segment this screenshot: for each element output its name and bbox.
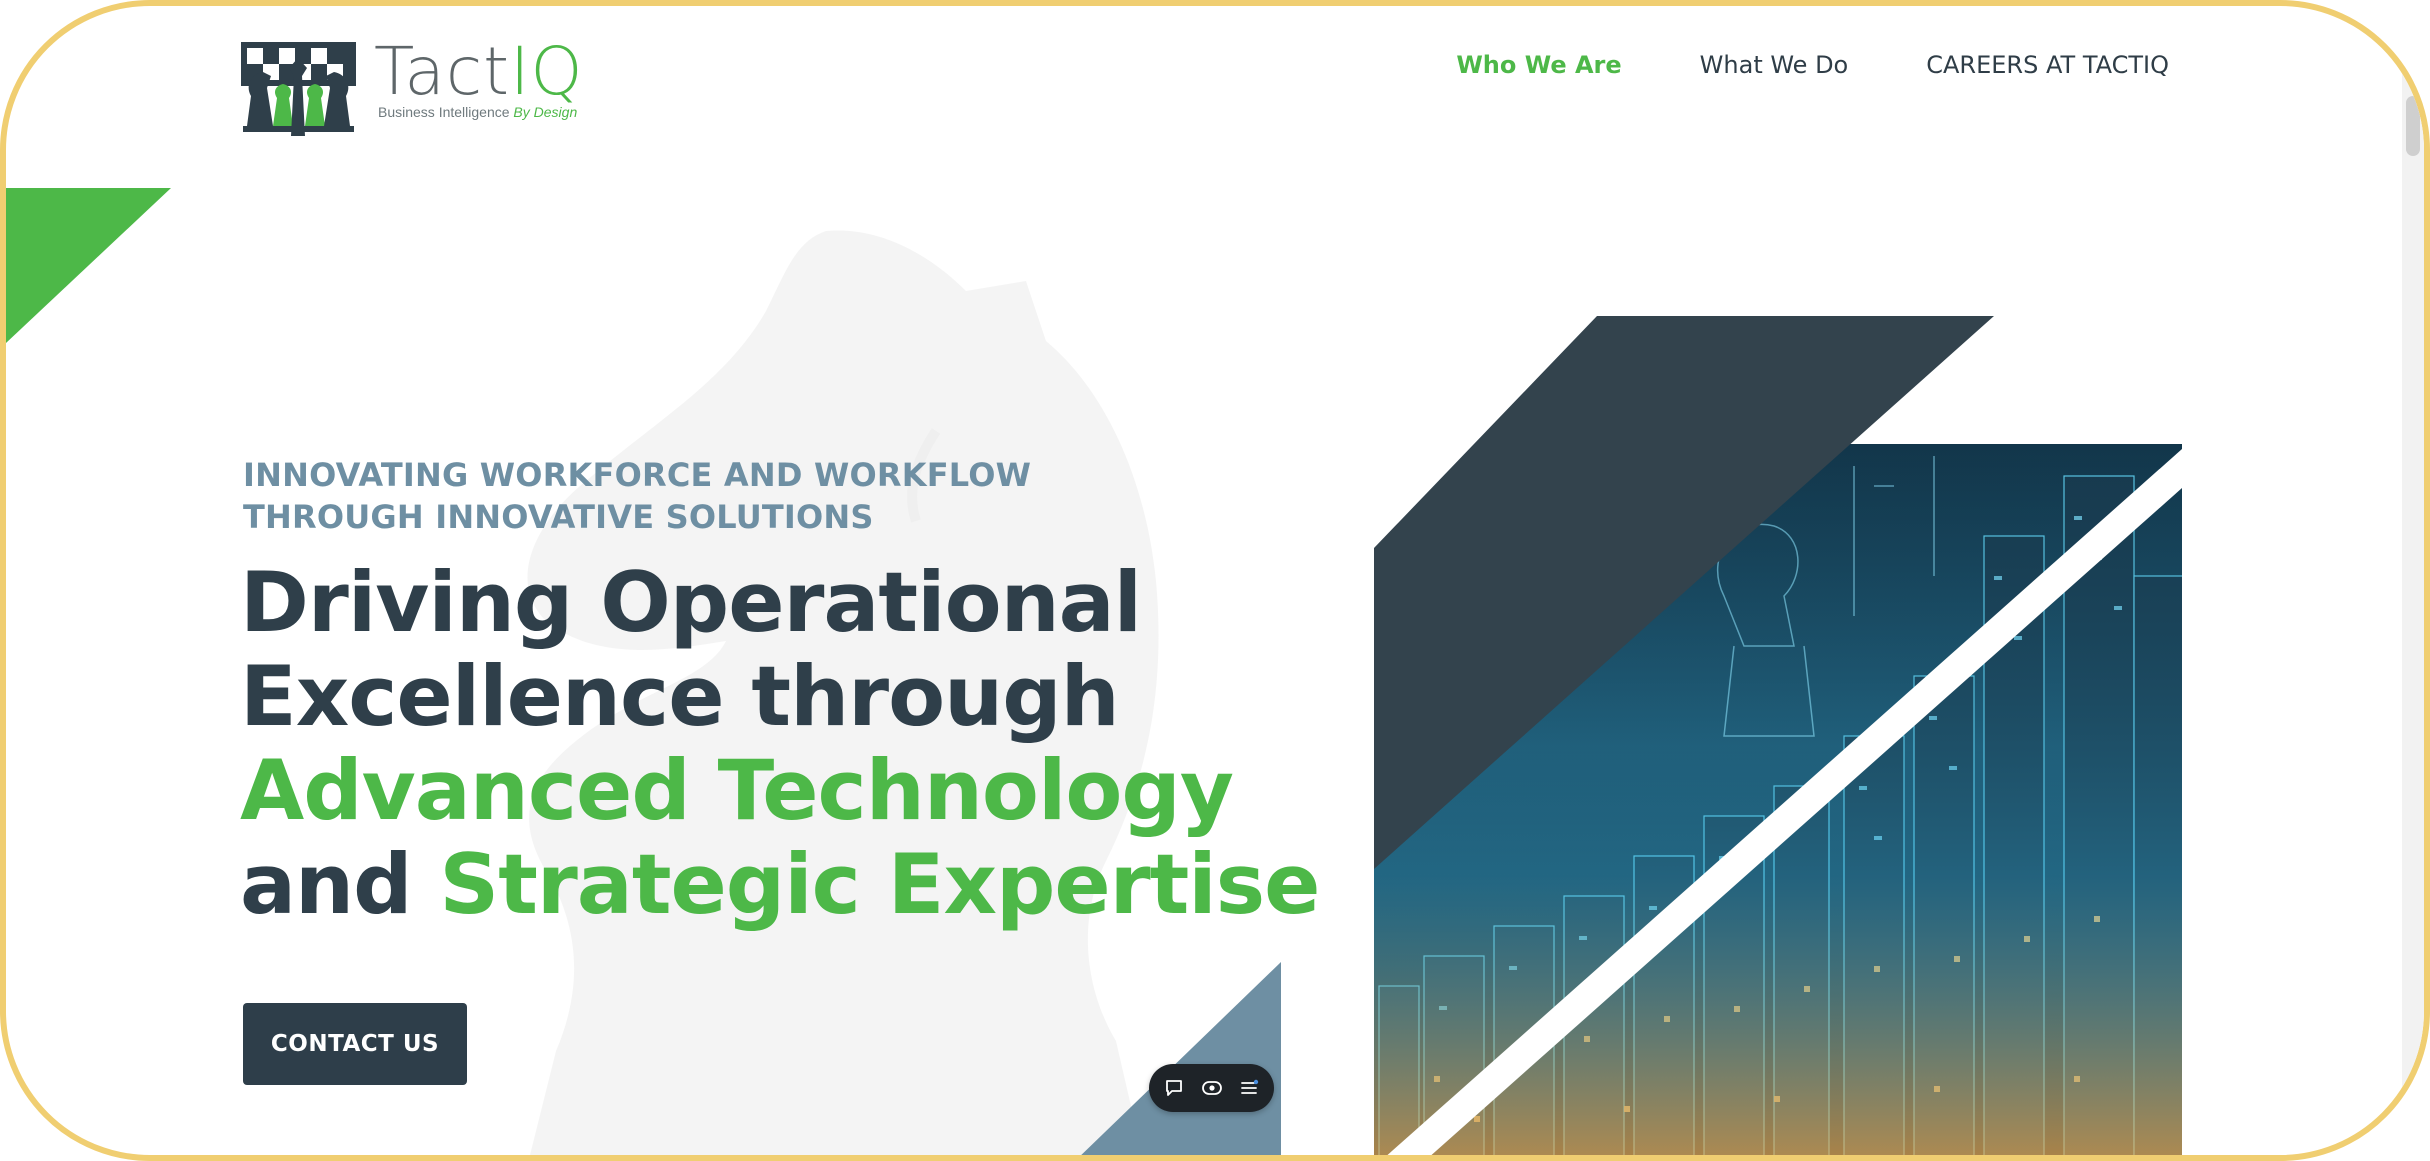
headline-line4-start: and (240, 836, 413, 933)
logo-tagline: Business Intelligence By Design (378, 104, 583, 120)
floating-toolbar-widget (1149, 1064, 1274, 1112)
eye-icon[interactable] (1199, 1075, 1225, 1101)
page-frame: TactIQ Business Intelligence By Design W… (0, 0, 2430, 1161)
logo-name-accent: IQ (510, 33, 584, 110)
hero-eyebrow-line2: THROUGH INNOVATIVE SOLUTIONS (243, 498, 874, 536)
hero-headline: Driving Operational Excellence through A… (240, 554, 1320, 933)
hero-eyebrow: INNOVATING WORKFORCE AND WORKFLOW THROUG… (243, 454, 1063, 538)
logo-tagline-main: Business Intelligence (378, 104, 510, 120)
logo-wordmark: TactIQ Business Intelligence By Design (374, 36, 583, 121)
decorative-blue-triangle (1081, 962, 1281, 1155)
nav-link-what-we-do[interactable]: What We Do (1700, 51, 1849, 79)
headline-line1: Driving Operational (240, 554, 1142, 651)
nav-link-careers[interactable]: CAREERS AT TACTIQ (1926, 51, 2169, 79)
chess-pieces-logo-icon (241, 42, 356, 136)
headline-line4: and Strategic Expertise (240, 836, 1320, 933)
logo-name-main: Tact (374, 33, 510, 110)
hero-eyebrow-line1: INNOVATING WORKFORCE AND WORKFLOW (243, 456, 1032, 494)
headline-line4-accent: Strategic Expertise (439, 836, 1320, 933)
scrollbar-thumb[interactable] (2406, 96, 2420, 156)
logo-name: TactIQ (374, 36, 583, 108)
logo-tagline-accent: By Design (513, 104, 578, 120)
nav-link-who-we-are[interactable]: Who We Are (1456, 51, 1621, 79)
main-nav: Who We Are What We Do CAREERS AT TACTIQ (1456, 51, 2169, 79)
brand-logo[interactable]: TactIQ Business Intelligence By Design (241, 36, 583, 141)
headline-line2: Excellence through (240, 648, 1120, 745)
headline-line3: Advanced Technology (240, 742, 1234, 839)
menu-icon[interactable] (1236, 1075, 1262, 1101)
contact-us-button[interactable]: CONTACT US (243, 1003, 467, 1085)
chat-icon[interactable] (1161, 1075, 1187, 1101)
corner-accent-triangle (6, 188, 171, 343)
hero-city-image (1374, 316, 2182, 1155)
scrollbar[interactable] (2402, 66, 2424, 1106)
